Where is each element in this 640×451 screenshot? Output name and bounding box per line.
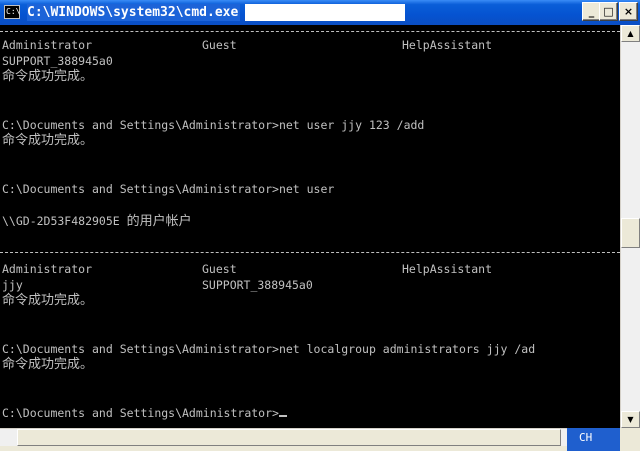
scroll-thumb[interactable] [621,218,640,248]
scroll-left-icon[interactable] [0,429,17,446]
console-column: SUPPORT_388945a0 [202,278,313,292]
console-line: Administrator Guest HelpAssistant [2,37,617,53]
console-column: Administrator [2,38,93,52]
cmd-icon[interactable]: C:\ [4,5,20,19]
console-line: jjy SUPPORT_388945a0 [2,277,617,293]
console-line: 命令成功完成。 [2,357,94,372]
console-output[interactable]: Administrator Guest HelpAssistant SUPPORT_3… [0,25,620,428]
window-title: C:\WINDOWS\system32\cmd.exe [27,4,241,21]
console-line: C:\Documents and Settings\Administrator>… [2,118,425,132]
scroll-up-icon[interactable]: ▲ [621,25,640,42]
console-line: SUPPORT_388945a0 [2,54,113,68]
console-text: 的用户帐户 [126,214,192,229]
text-cursor [278,415,287,417]
horizontal-scroll-thumb[interactable] [17,429,561,446]
console-column: Administrator [2,262,93,276]
console-line: C:\Documents and Settings\Administrator>… [2,342,536,356]
console-line: \\GD-2D53F482905E 的用户帐户 [2,213,192,229]
console-text: \\GD-2D53F482905E [2,214,127,228]
console-column: Guest [202,262,237,276]
resize-corner [620,428,640,451]
console-line: C:\Documents and Settings\Administrator>… [2,182,335,196]
horizontal-scrollbar[interactable] [0,428,620,446]
console-column: jjy [2,278,23,292]
separator-line [0,31,620,32]
separator-line [0,252,620,253]
console-line: 命令成功完成。 [2,69,94,84]
scroll-down-icon[interactable]: ▼ [621,411,640,428]
console-line: C:\Documents and Settings\Administrator> [2,405,287,421]
command-prompt: C:\Documents and Settings\Administrator> [2,406,279,420]
console-line: 命令成功完成。 [2,293,94,308]
maximize-button[interactable]: □ [599,2,618,21]
console-column: HelpAssistant [402,38,493,52]
title-highlight [245,4,405,21]
title-bar[interactable]: C:\ C:\WINDOWS\system32\cmd.exe _ □ × [0,0,640,25]
close-button[interactable]: × [619,2,638,21]
console-column: Guest [202,38,237,52]
console-column: HelpAssistant [402,262,493,276]
console-line: Administrator Guest HelpAssistant [2,261,617,277]
console-line: 命令成功完成。 [2,133,94,148]
vertical-scrollbar[interactable]: ▲ ▼ [620,25,640,428]
ime-indicator[interactable]: CH [567,428,620,451]
